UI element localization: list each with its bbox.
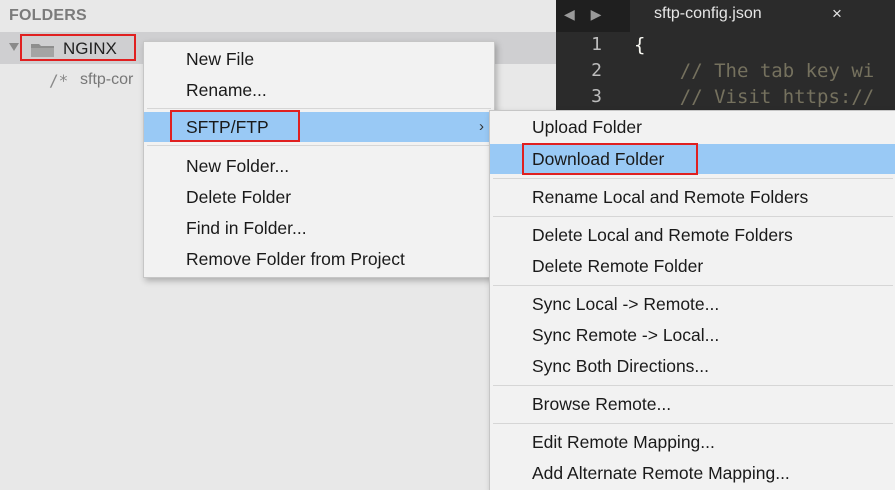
tab-label: sftp-config.json (654, 5, 762, 22)
menu-separator (147, 145, 491, 146)
file-type-icon: /* (49, 71, 69, 90)
submenu-arrow-icon: › (479, 118, 484, 135)
menu-item-new-folder[interactable]: New Folder... (144, 151, 494, 181)
menu-item-label: Sync Remote -> Local... (532, 325, 720, 345)
folder-icon (31, 44, 54, 57)
menu-item-label: Delete Folder (186, 187, 292, 207)
code-line: // Visit https:// (634, 86, 875, 108)
menu-separator (147, 108, 491, 109)
menu-item-rename-local-remote[interactable]: Rename Local and Remote Folders (490, 182, 895, 212)
menu-separator (493, 216, 893, 217)
menu-separator (493, 178, 893, 179)
menu-item-delete-remote-folder[interactable]: Delete Remote Folder (490, 251, 895, 281)
menu-item-label: Delete Remote Folder (532, 256, 704, 276)
code-area[interactable]: { // The tab key wi // Visit https:// (634, 32, 874, 110)
annotation-box-download (522, 143, 698, 175)
menu-item-browse-remote[interactable]: Browse Remote... (490, 389, 895, 419)
code-line: { (634, 34, 646, 56)
expand-triangle-icon[interactable] (9, 43, 19, 51)
menu-item-sync-local-remote[interactable]: Sync Local -> Remote... (490, 289, 895, 319)
menu-item-edit-remote-mapping[interactable]: Edit Remote Mapping... (490, 427, 895, 457)
line-number-gutter: 1 2 3 (556, 32, 616, 110)
menu-item-sync-both[interactable]: Sync Both Directions... (490, 351, 895, 381)
line-number: 1 (591, 34, 602, 55)
menu-item-label: New File (186, 49, 255, 69)
menu-item-label: New Folder... (186, 156, 290, 176)
menu-item-label: Remove Folder from Project (186, 249, 405, 269)
tab-sftp-config[interactable]: sftp-config.json × (630, 0, 895, 32)
menu-item-label: Sync Both Directions... (532, 356, 710, 376)
menu-item-label: Sync Local -> Remote... (532, 294, 720, 314)
menu-item-delete-folder[interactable]: Delete Folder (144, 182, 494, 212)
menu-item-label: Edit Remote Mapping... (532, 432, 715, 452)
menu-item-label: Upload Folder (532, 117, 642, 137)
line-number: 2 (591, 60, 602, 81)
menu-separator (493, 423, 893, 424)
menu-item-remove-folder[interactable]: Remove Folder from Project (144, 244, 494, 274)
menu-item-label: Rename Local and Remote Folders (532, 187, 809, 207)
folders-header: FOLDERS (9, 7, 87, 24)
menu-item-label: Rename... (186, 80, 267, 100)
menu-item-label: Find in Folder... (186, 218, 307, 238)
menu-separator (493, 285, 893, 286)
tab-bar: ◀ ▶ sftp-config.json × (556, 0, 895, 32)
tab-nav-arrows-icon[interactable]: ◀ ▶ (564, 6, 607, 23)
code-line: // The tab key wi (634, 60, 875, 82)
close-icon[interactable]: × (832, 4, 842, 24)
folder-label: NGINX (63, 39, 117, 58)
menu-item-label: Browse Remote... (532, 394, 672, 414)
menu-item-find-in-folder[interactable]: Find in Folder... (144, 213, 494, 243)
menu-item-upload-folder[interactable]: Upload Folder (490, 112, 895, 142)
folder-context-menu: New File Rename... SFTP/FTP › New Folder… (143, 41, 495, 278)
menu-item-add-alternate-mapping[interactable]: Add Alternate Remote Mapping... (490, 458, 895, 488)
file-label: sftp-cor (80, 71, 134, 88)
menu-item-label: Add Alternate Remote Mapping... (532, 463, 790, 483)
menu-item-delete-local-remote[interactable]: Delete Local and Remote Folders (490, 220, 895, 250)
annotation-box-sftp (170, 110, 300, 142)
line-number: 3 (591, 86, 602, 107)
menu-item-rename[interactable]: Rename... (144, 75, 494, 105)
menu-separator (493, 385, 893, 386)
annotation-box-folder: NGINX (20, 34, 136, 61)
menu-item-new-file[interactable]: New File (144, 44, 494, 74)
menu-item-sync-remote-local[interactable]: Sync Remote -> Local... (490, 320, 895, 350)
menu-item-label: Delete Local and Remote Folders (532, 225, 793, 245)
